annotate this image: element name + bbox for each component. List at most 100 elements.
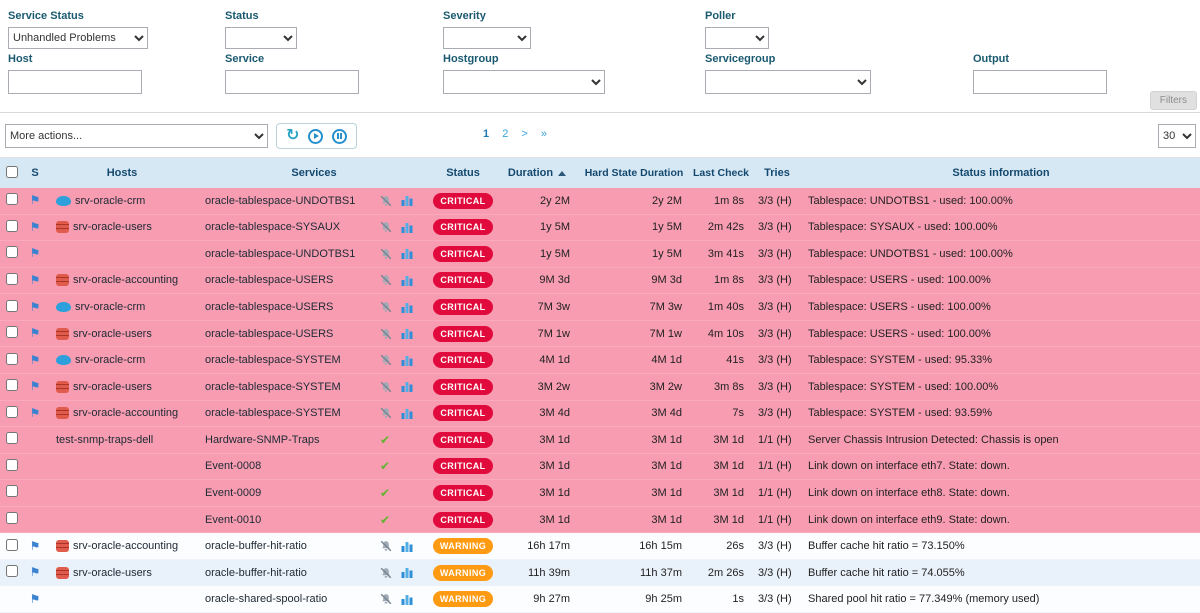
host-icon (56, 274, 69, 286)
duration: 7M 1w (496, 328, 578, 340)
table-row: ⚑ Event-0008 ✔ CRITICA (0, 454, 1200, 481)
service-name[interactable]: oracle-tablespace-SYSAUX (205, 221, 340, 233)
performance-chart-icon[interactable] (401, 302, 413, 313)
service-name[interactable]: oracle-tablespace-USERS (205, 328, 333, 340)
host-name[interactable]: srv-oracle-accounting (73, 407, 178, 419)
service-name[interactable]: oracle-tablespace-SYSTEM (205, 381, 341, 393)
row-checkbox[interactable] (6, 246, 18, 258)
service-name[interactable]: oracle-buffer-hit-ratio (205, 540, 307, 552)
col-header-last-check[interactable]: Last Check (690, 167, 752, 179)
row-checkbox[interactable] (6, 565, 18, 577)
next-page-link[interactable]: > (521, 128, 527, 140)
col-header-status[interactable]: Status (430, 167, 496, 179)
hostgroup-select[interactable] (443, 70, 605, 94)
table-row: ⚑ oracle-tablespace-UNDOTBS1 ✔ (0, 241, 1200, 268)
last-page-link[interactable]: » (541, 128, 547, 140)
notification-flag-icon: ⚑ (30, 300, 41, 314)
service-name[interactable]: oracle-shared-spool-ratio (205, 593, 327, 605)
service-name[interactable]: Event-0009 (205, 487, 261, 499)
col-header-services[interactable]: Services (198, 167, 430, 179)
select-all-checkbox[interactable] (6, 166, 18, 178)
host-name[interactable]: srv-oracle-accounting (73, 540, 178, 552)
filter-panel: Service Status Unhandled Problems Status… (0, 0, 1200, 112)
row-checkbox[interactable] (6, 273, 18, 285)
row-checkbox[interactable] (6, 432, 18, 444)
performance-chart-icon[interactable] (401, 275, 413, 286)
host-name[interactable]: srv-oracle-users (73, 328, 152, 340)
col-header-s[interactable]: S (24, 167, 46, 179)
row-checkbox[interactable] (6, 459, 18, 471)
hostgroup-label: Hostgroup (443, 53, 499, 65)
service-status-select[interactable]: Unhandled Problems (8, 27, 148, 49)
host-name[interactable]: srv-oracle-crm (75, 195, 145, 207)
severity-select[interactable] (443, 27, 531, 49)
host-icon (56, 381, 69, 393)
poller-select[interactable] (705, 27, 769, 49)
col-header-duration[interactable]: Duration (496, 167, 578, 179)
row-checkbox[interactable] (6, 300, 18, 312)
servicegroup-select[interactable] (705, 70, 871, 94)
service-name[interactable]: oracle-tablespace-USERS (205, 301, 333, 313)
muted-bell-icon (380, 248, 392, 260)
status-select[interactable] (225, 27, 297, 49)
host-name[interactable]: srv-oracle-crm (75, 354, 145, 366)
performance-chart-icon[interactable] (401, 594, 413, 605)
status-information: Buffer cache hit ratio = 74.055% (802, 567, 1200, 579)
row-checkbox[interactable] (6, 485, 18, 497)
host-name[interactable]: srv-oracle-users (73, 221, 152, 233)
page-size-select[interactable]: 30 (1158, 124, 1196, 148)
row-checkbox[interactable] (6, 353, 18, 365)
row-checkbox[interactable] (6, 326, 18, 338)
row-checkbox[interactable] (6, 220, 18, 232)
service-name[interactable]: oracle-buffer-hit-ratio (205, 567, 307, 579)
host-input[interactable] (8, 70, 142, 94)
performance-chart-icon[interactable] (401, 328, 413, 339)
col-header-hard-state-duration[interactable]: Hard State Duration (578, 167, 690, 179)
col-header-hosts[interactable]: Hosts (46, 167, 198, 179)
more-actions-select[interactable]: More actions... (5, 124, 268, 148)
row-checkbox[interactable] (6, 193, 18, 205)
muted-bell-icon (380, 567, 392, 579)
host-name[interactable]: srv-oracle-users (73, 381, 152, 393)
host-name[interactable]: srv-oracle-accounting (73, 274, 178, 286)
page-1-current[interactable]: 1 (483, 128, 489, 140)
host-name[interactable]: test-snmp-traps-dell (56, 434, 153, 446)
service-input[interactable] (225, 70, 359, 94)
host-name[interactable]: srv-oracle-crm (75, 301, 145, 313)
performance-chart-icon[interactable] (401, 408, 413, 419)
status-information: Tablespace: UNDOTBS1 - used: 100.00% (802, 195, 1200, 207)
tries: 3/3 (H) (752, 540, 802, 552)
row-checkbox[interactable] (6, 379, 18, 391)
row-checkbox[interactable] (6, 539, 18, 551)
refresh-icon[interactable]: ↻ (286, 128, 299, 144)
pause-icon[interactable] (332, 129, 347, 144)
status-badge: CRITICAL (433, 193, 492, 209)
service-name[interactable]: oracle-tablespace-SYSTEM (205, 407, 341, 419)
service-name[interactable]: Event-0010 (205, 514, 261, 526)
hard-state-duration: 2y 2M (578, 195, 690, 207)
performance-chart-icon[interactable] (401, 541, 413, 552)
performance-chart-icon[interactable] (401, 248, 413, 259)
filters-button[interactable]: Filters (1150, 91, 1197, 110)
service-name[interactable]: Hardware-SNMP-Traps (205, 434, 320, 446)
service-name[interactable]: Event-0008 (205, 460, 261, 472)
play-icon[interactable] (308, 129, 323, 144)
service-name[interactable]: oracle-tablespace-USERS (205, 274, 333, 286)
status-label: Status (225, 10, 259, 22)
table-row: ⚑ srv-oracle-users oracle-tablespace-USE… (0, 321, 1200, 348)
row-checkbox[interactable] (6, 512, 18, 524)
row-checkbox[interactable] (6, 406, 18, 418)
performance-chart-icon[interactable] (401, 355, 413, 366)
col-header-tries[interactable]: Tries (752, 167, 802, 179)
performance-chart-icon[interactable] (401, 381, 413, 392)
performance-chart-icon[interactable] (401, 222, 413, 233)
host-name[interactable]: srv-oracle-users (73, 567, 152, 579)
service-name[interactable]: oracle-tablespace-SYSTEM (205, 354, 341, 366)
service-name[interactable]: oracle-tablespace-UNDOTBS1 (205, 248, 355, 260)
performance-chart-icon[interactable] (401, 195, 413, 206)
performance-chart-icon[interactable] (401, 567, 413, 578)
page-2-link[interactable]: 2 (502, 128, 508, 140)
service-name[interactable]: oracle-tablespace-UNDOTBS1 (205, 195, 355, 207)
output-input[interactable] (973, 70, 1107, 94)
last-check: 2m 26s (690, 567, 752, 579)
